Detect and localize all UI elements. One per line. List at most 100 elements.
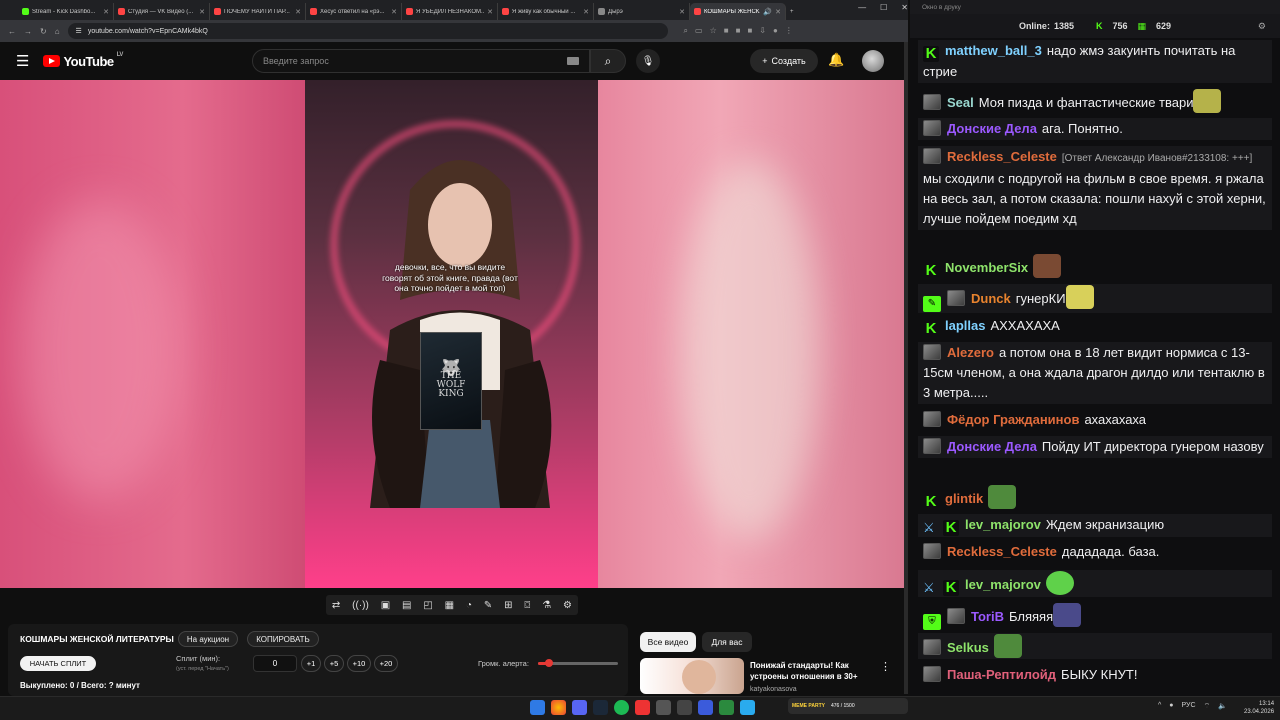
close-tab-icon[interactable]: ✕ <box>679 8 685 16</box>
add-icon[interactable]: ⊞ <box>504 600 512 611</box>
auction-button[interactable]: На аукцион <box>178 631 238 647</box>
recommended-video-channel[interactable]: katyakonasova <box>750 686 797 693</box>
book-cover: 🐺 THE WOLF KING <box>420 332 482 430</box>
close-tab-icon[interactable]: ✕ <box>199 8 205 16</box>
broadcast-icon[interactable]: ((·)) <box>352 600 369 611</box>
tray-chevron-icon[interactable]: ^ <box>1158 702 1161 711</box>
add-10-button[interactable]: +10 <box>347 655 371 672</box>
bookmark-star-icon[interactable]: ☆ <box>710 26 717 36</box>
browser-tab[interactable]: Дырэ ✕ <box>594 3 690 20</box>
flask-icon[interactable]: ⚗ <box>542 600 551 611</box>
profile-icon[interactable]: ● <box>773 26 778 36</box>
cast-icon[interactable]: ▭ <box>695 26 703 36</box>
windows-start-icon[interactable] <box>530 700 545 715</box>
split-hint: (уст. перед "Начать") <box>176 666 229 672</box>
chrome-icon[interactable] <box>551 700 566 715</box>
telegram-icon[interactable] <box>740 700 755 715</box>
home-icon[interactable]: ⌂ <box>55 27 60 36</box>
kick-badge-icon: K <box>943 520 959 536</box>
app-icon[interactable] <box>656 700 671 715</box>
chat-message: Selkus <box>918 633 1272 659</box>
keyboard-icon[interactable] <box>567 57 579 65</box>
extension-icon[interactable]: ■ <box>724 26 729 36</box>
video-icon[interactable]: ▣ <box>381 600 390 611</box>
back-icon[interactable]: ← <box>8 27 16 36</box>
player-icon[interactable] <box>698 700 713 715</box>
url-field[interactable]: ☰ youtube.com/watch?v=EpnCAMk4bkQ <box>67 23 668 39</box>
spotify-icon[interactable] <box>614 700 629 715</box>
add-1-button[interactable]: +1 <box>301 655 321 672</box>
clapper-icon[interactable]: ▤ <box>402 600 411 611</box>
settings-gear-icon[interactable]: ⚙ <box>1258 21 1266 32</box>
speaker-icon[interactable]: 🔊 <box>763 8 772 16</box>
subtitles-icon[interactable]: ▦ <box>445 600 454 611</box>
reload-icon[interactable]: ↻ <box>40 27 47 36</box>
youtube-logo[interactable]: YouTube LV <box>43 52 123 69</box>
close-tab-icon[interactable]: ✕ <box>295 8 301 16</box>
tray-app-icon[interactable]: ● <box>1169 702 1173 711</box>
maximize-icon[interactable]: ☐ <box>880 3 887 12</box>
chat-stats-bar: Online: 1385 K 756 ▦ 629 ⚙ <box>910 14 1280 38</box>
start-split-button[interactable]: НАЧАТЬ СПЛИТ <box>20 656 96 671</box>
recommended-video-title[interactable]: Понижай стандарты! Как устроены отношени… <box>750 660 868 682</box>
add-5-button[interactable]: +5 <box>324 655 344 672</box>
zoom-icon[interactable]: ⌕ <box>684 26 688 36</box>
download-icon[interactable]: ⇩ <box>759 26 766 36</box>
scrollbar[interactable] <box>904 42 908 694</box>
site-info-icon[interactable]: ☰ <box>76 27 82 35</box>
more-options-icon[interactable]: ⋮ <box>880 660 891 673</box>
extension-icon[interactable]: ■ <box>736 26 741 36</box>
app-icon[interactable] <box>719 700 734 715</box>
browser-tab[interactable]: Я УБЕДИЛ НЕЗНАКОМ... ✕ <box>402 3 498 20</box>
close-window-icon[interactable]: ✕ <box>901 3 908 12</box>
chip-for-you[interactable]: Для вас <box>702 632 752 652</box>
emote-icon <box>993 634 1022 658</box>
copy-button[interactable]: КОПИРОВАТЬ <box>247 631 319 647</box>
notifications-bell-icon[interactable]: 🔔 <box>828 52 844 68</box>
discord-icon[interactable] <box>572 700 587 715</box>
steam-icon[interactable] <box>593 700 608 715</box>
close-tab-icon[interactable]: ✕ <box>775 8 781 16</box>
close-tab-icon[interactable]: ✕ <box>487 8 493 16</box>
close-tab-icon[interactable]: ✕ <box>103 8 109 16</box>
browser-tab[interactable]: ПОЧЕМУ НАЙТИ ПАР... ✕ <box>210 3 306 20</box>
youtube-favicon-icon <box>118 8 125 15</box>
browser-tab[interactable]: Студия — VK Видео (... ✕ <box>114 3 210 20</box>
meme-party-widget[interactable]: MEME PARTY 476 / 1500 <box>788 698 908 714</box>
loop-icon[interactable]: ⇄ <box>332 600 340 611</box>
recommended-video-thumbnail[interactable] <box>640 658 744 694</box>
menu-dots-icon[interactable]: ⋮ <box>785 26 793 36</box>
search-input[interactable]: Введите запрос <box>252 49 590 73</box>
picture-in-picture-icon[interactable]: ◰ <box>423 600 432 611</box>
hamburger-menu-icon[interactable]: ☰ <box>16 52 29 70</box>
youtube-favicon-icon <box>214 8 221 15</box>
app-icon[interactable] <box>677 700 692 715</box>
speed-gauge-icon[interactable]: ◔ <box>466 600 472 611</box>
browser-tab-active[interactable]: КОШМАРЫ ЖЕНСК... 🔊 ✕ <box>690 3 786 20</box>
split-minutes-input[interactable]: 0 <box>253 655 297 672</box>
forward-icon[interactable]: → <box>24 27 32 36</box>
avatar[interactable] <box>862 50 884 72</box>
system-clock[interactable]: 13:14 23.04.2026 <box>1244 700 1274 716</box>
close-tab-icon[interactable]: ✕ <box>391 8 397 16</box>
chip-all-videos[interactable]: Все видео <box>640 632 696 652</box>
screenshot-icon[interactable]: ⌼ <box>524 600 530 611</box>
app-icon[interactable] <box>635 700 650 715</box>
new-tab-button[interactable]: + <box>786 3 806 20</box>
volume-icon[interactable]: 🔈 <box>1218 702 1227 711</box>
gear-icon[interactable]: ⚙ <box>563 600 572 611</box>
add-20-button[interactable]: +20 <box>374 655 398 672</box>
address-bar-row: ← → ↻ ⌂ ☰ youtube.com/watch?v=EpnCAMk4bk… <box>0 20 908 42</box>
minimize-icon[interactable]: — <box>858 3 866 12</box>
search-button[interactable]: ⌕ <box>590 49 626 73</box>
close-tab-icon[interactable]: ✕ <box>583 8 589 16</box>
chat-message: Reckless_Celeste дададада. база. <box>918 541 1272 563</box>
pencil-icon[interactable]: ✎ <box>484 600 492 611</box>
wifi-icon[interactable]: ⌔ <box>1204 702 1211 711</box>
extension-icon[interactable]: ■ <box>747 26 752 36</box>
browser-tab[interactable]: Хесус ответил на «рэ... ✕ <box>306 3 402 20</box>
voice-search-button[interactable]: 🎙 <box>636 49 660 73</box>
browser-tab[interactable]: Stream - Kick Dashbo... ✕ <box>18 3 114 20</box>
browser-tab[interactable]: Я живу как обычный ... ✕ <box>498 3 594 20</box>
create-button[interactable]: + Создать <box>750 49 818 73</box>
